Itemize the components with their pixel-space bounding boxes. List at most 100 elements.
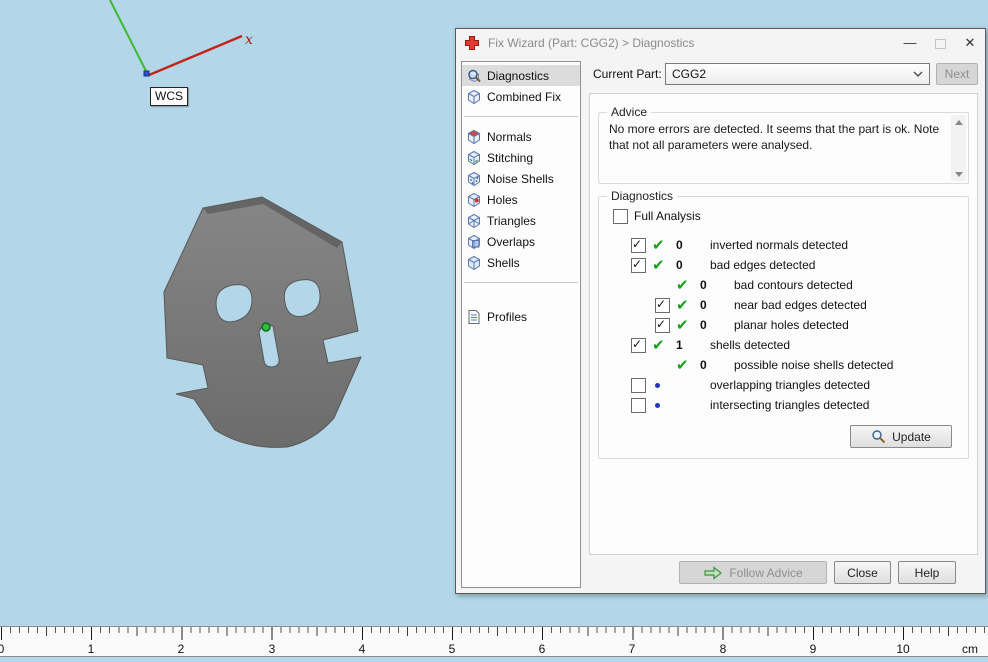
maximize-button[interactable]: [925, 29, 955, 57]
dialog-title: Fix Wizard (Part: CGG2) > Diagnostics: [488, 36, 695, 50]
noise-shells-icon: [466, 171, 482, 187]
model-point-marker: [261, 322, 271, 332]
sidebar-item-diagnostics[interactable]: Diagnostics: [462, 65, 580, 86]
diagnostic-row: ✔ 0 near bad edges detected: [655, 295, 958, 315]
magnifier-icon: [872, 430, 886, 444]
next-button[interactable]: Next: [936, 63, 978, 85]
sidebar-item-holes[interactable]: Holes: [462, 189, 580, 210]
sidebar-item-overlaps[interactable]: Overlaps: [462, 231, 580, 252]
ruler-number: 8: [719, 642, 727, 656]
row-count: 1: [676, 338, 683, 352]
row-checkbox[interactable]: [655, 297, 670, 313]
ruler-number: 0: [0, 642, 5, 656]
sidebar: Diagnostics Combined Fix Normals Stitchi…: [461, 61, 581, 588]
overlaps-icon: [466, 234, 482, 250]
advice-scrollbar[interactable]: [951, 115, 966, 181]
arrow-right-icon: [704, 565, 723, 580]
diagnostics-group: Diagnostics Full Analysis ✔ 0 inverted n…: [598, 189, 969, 459]
combined-fix-icon: [466, 89, 482, 105]
minimize-button[interactable]: —: [895, 29, 925, 57]
sidebar-item-profiles[interactable]: Profiles: [462, 306, 580, 327]
sidebar-item-triangles[interactable]: Triangles: [462, 210, 580, 231]
fix-wizard-dialog: Fix Wizard (Part: CGG2) > Diagnostics — …: [455, 28, 986, 594]
dialog-titlebar[interactable]: Fix Wizard (Part: CGG2) > Diagnostics — …: [456, 29, 985, 57]
check-icon: ✔: [676, 356, 689, 374]
dot-icon: [655, 382, 660, 388]
model-helmet[interactable]: [140, 180, 380, 460]
diagnostic-row: intersecting triangles detected: [631, 395, 958, 415]
check-icon: ✔: [652, 256, 665, 274]
row-count: 0: [676, 238, 683, 252]
scroll-down-icon[interactable]: [951, 167, 966, 181]
ruler-number: 7: [628, 642, 636, 656]
row-label: inverted normals detected: [710, 238, 849, 252]
current-part-value: CGG2: [672, 67, 707, 81]
row-checkbox[interactable]: [631, 237, 646, 253]
row-label: shells detected: [710, 338, 791, 352]
row-label: bad edges detected: [710, 258, 816, 272]
diagnostic-row: ✔ 0 inverted normals detected: [631, 235, 958, 255]
current-part-select[interactable]: CGG2: [665, 63, 930, 85]
follow-advice-button[interactable]: Follow Advice: [679, 561, 827, 584]
sidebar-separator: [464, 116, 578, 117]
full-analysis-label: Full Analysis: [634, 209, 701, 223]
profiles-icon: [466, 309, 482, 325]
row-checkbox[interactable]: [631, 377, 646, 393]
stitching-icon: [466, 150, 482, 166]
scroll-up-icon[interactable]: [951, 115, 966, 129]
row-label: planar holes detected: [734, 318, 849, 332]
row-checkbox[interactable]: [631, 257, 646, 273]
row-label: overlapping triangles detected: [710, 378, 871, 392]
sidebar-item-stitching[interactable]: Stitching: [462, 147, 580, 168]
diagnostic-row: ✔ 0 bad contours detected: [655, 275, 958, 295]
row-count: 0: [676, 258, 683, 272]
row-checkbox[interactable]: [631, 397, 646, 413]
check-icon: ✔: [676, 276, 689, 294]
current-part-label: Current Part:: [593, 67, 662, 81]
advice-text: No more errors are detected. It seems th…: [609, 122, 940, 152]
holes-icon: [466, 192, 482, 208]
row-count: 0: [700, 358, 707, 372]
dot-icon: [655, 402, 660, 408]
diagnostic-row: ✔ 0 planar holes detected: [655, 315, 958, 335]
sidebar-separator: [464, 282, 578, 283]
maximize-icon: [934, 38, 946, 49]
advice-group: Advice No more errors are detected. It s…: [598, 105, 969, 184]
row-label: near bad edges detected: [734, 298, 867, 312]
diagnostic-row: ✔ 0 possible noise shells detected: [655, 355, 958, 375]
update-label: Update: [892, 429, 931, 444]
ruler: 0 1 2 3 4 5 6 7 8 9 10 cm: [0, 626, 988, 657]
diagnostics-legend: Diagnostics: [607, 189, 678, 203]
close-dialog-button[interactable]: Close: [834, 561, 891, 584]
ruler-number: 4: [358, 642, 366, 656]
row-count: 0: [700, 298, 707, 312]
check-icon: ✔: [652, 236, 665, 254]
row-label: bad contours detected: [734, 278, 853, 292]
update-button[interactable]: Update: [850, 425, 952, 448]
ruler-number: 3: [268, 642, 276, 656]
row-checkbox[interactable]: [655, 317, 670, 333]
fix-wizard-icon: [464, 35, 480, 51]
advice-legend: Advice: [607, 105, 652, 119]
diagnostic-row: ✔ 1 shells detected: [631, 335, 958, 355]
sidebar-item-noise-shells[interactable]: Noise Shells: [462, 168, 580, 189]
follow-advice-label: Follow Advice: [729, 565, 803, 580]
ruler-number: 2: [177, 642, 185, 656]
ruler-number: 10: [896, 642, 910, 656]
ruler-number: 9: [809, 642, 817, 656]
help-button[interactable]: Help: [898, 561, 956, 584]
normals-icon: [466, 129, 482, 145]
ruler-number: 6: [538, 642, 546, 656]
ruler-number: 5: [448, 642, 456, 656]
sidebar-item-shells[interactable]: Shells: [462, 252, 580, 273]
check-icon: ✔: [676, 316, 689, 334]
diagnostic-row: overlapping triangles detected: [631, 375, 958, 395]
x-axis-label: x: [245, 32, 253, 48]
sidebar-item-combined-fix[interactable]: Combined Fix: [462, 86, 580, 107]
diagnostics-magnifier-icon: [466, 68, 482, 84]
sidebar-item-normals[interactable]: Normals: [462, 126, 580, 147]
row-checkbox[interactable]: [631, 337, 646, 353]
close-window-button[interactable]: ✕: [955, 29, 985, 57]
ruler-unit: cm: [962, 642, 978, 656]
full-analysis-checkbox[interactable]: [613, 208, 628, 224]
